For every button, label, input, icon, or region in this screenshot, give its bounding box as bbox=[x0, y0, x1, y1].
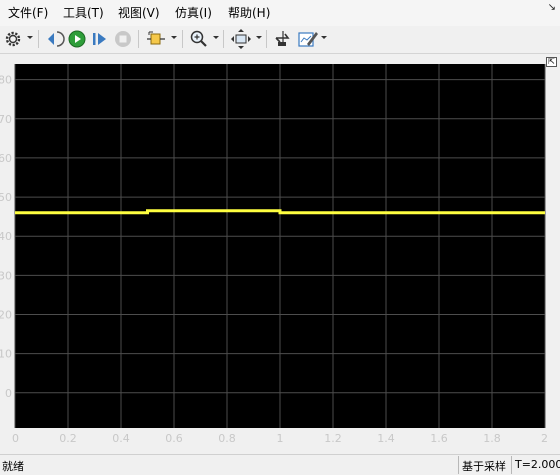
status-time: T=2.000 bbox=[511, 456, 560, 474]
x-tick-label: 0.8 bbox=[218, 432, 236, 445]
x-tick-label: 1.6 bbox=[430, 432, 448, 445]
y-tick-label: 20 bbox=[0, 308, 12, 321]
toolbar-separator bbox=[138, 30, 139, 48]
settings-dropdown-icon[interactable] bbox=[27, 36, 33, 39]
step-back-icon[interactable] bbox=[45, 28, 65, 50]
zoom-dropdown-icon[interactable] bbox=[213, 36, 219, 39]
y-tick-label: 0 bbox=[5, 387, 12, 400]
x-tick-label: 0.6 bbox=[165, 432, 183, 445]
x-tick-label: 1.8 bbox=[483, 432, 501, 445]
x-tick-label: 1.2 bbox=[324, 432, 342, 445]
stop-icon[interactable] bbox=[113, 28, 133, 50]
status-bar: 就绪 基于采样 T=2.000 bbox=[0, 454, 560, 475]
y-tick-label: 30 bbox=[0, 269, 12, 282]
toolbar-separator bbox=[223, 30, 224, 48]
style-icon[interactable] bbox=[297, 28, 319, 50]
highlight-dropdown-icon[interactable] bbox=[171, 36, 177, 39]
toolbar-separator bbox=[38, 30, 39, 48]
x-tick-label: 1 bbox=[277, 432, 284, 445]
menu-tools[interactable]: 工具(T) bbox=[63, 5, 104, 21]
toolbar bbox=[0, 26, 560, 54]
scope-chart[interactable]: 0 10 20 30 40 50 60 70 80 0 0.2 0.4 0.6 0.8 1 1.2 1.4 1.… bbox=[0, 54, 560, 454]
step-forward-icon[interactable] bbox=[90, 28, 110, 50]
cursor-measure-icon[interactable] bbox=[273, 28, 293, 50]
y-tick-label: 40 bbox=[0, 230, 12, 243]
menu-file[interactable]: 文件(F) bbox=[8, 5, 48, 21]
fit-to-view-icon[interactable] bbox=[230, 28, 252, 50]
x-tick-label: 0.2 bbox=[59, 432, 77, 445]
menu-view[interactable]: 视图(V) bbox=[118, 5, 160, 21]
menu-simulation[interactable]: 仿真(I) bbox=[175, 5, 212, 21]
y-tick-label: 80 bbox=[0, 74, 12, 87]
status-ready-text: 就绪 bbox=[2, 460, 24, 473]
x-tick-label: 0 bbox=[12, 432, 19, 445]
scope-plot-area: 0 10 20 30 40 50 60 70 80 0 0.2 0.4 0.6 0.8 1 1.2 1.4 1.… bbox=[0, 54, 560, 454]
y-tick-label: 50 bbox=[0, 191, 12, 204]
highlight-block-icon[interactable] bbox=[145, 28, 167, 50]
style-dropdown-icon[interactable] bbox=[321, 36, 327, 39]
undock-arrow-icon[interactable]: ↘ bbox=[548, 2, 556, 13]
run-icon[interactable] bbox=[67, 28, 87, 50]
toolbar-separator bbox=[266, 30, 267, 48]
x-tick-label: 2 bbox=[541, 432, 548, 445]
y-tick-label: 70 bbox=[0, 113, 12, 126]
gear-icon[interactable] bbox=[3, 28, 23, 50]
x-tick-label: 1.4 bbox=[377, 432, 395, 445]
fit-dropdown-icon[interactable] bbox=[256, 36, 262, 39]
menu-help[interactable]: 帮助(H) bbox=[228, 5, 270, 21]
zoom-icon[interactable] bbox=[189, 28, 209, 50]
restore-axes-icon[interactable]: ⇱ bbox=[546, 57, 557, 67]
y-tick-label: 60 bbox=[0, 152, 12, 165]
menu-bar: 文件(F) 工具(T) 视图(V) 仿真(I) 帮助(H) ↘ bbox=[0, 0, 560, 26]
toolbar-separator bbox=[182, 30, 183, 48]
status-sample-mode: 基于采样 bbox=[458, 456, 509, 474]
y-tick-label: 10 bbox=[0, 348, 12, 361]
x-tick-label: 0.4 bbox=[112, 432, 130, 445]
